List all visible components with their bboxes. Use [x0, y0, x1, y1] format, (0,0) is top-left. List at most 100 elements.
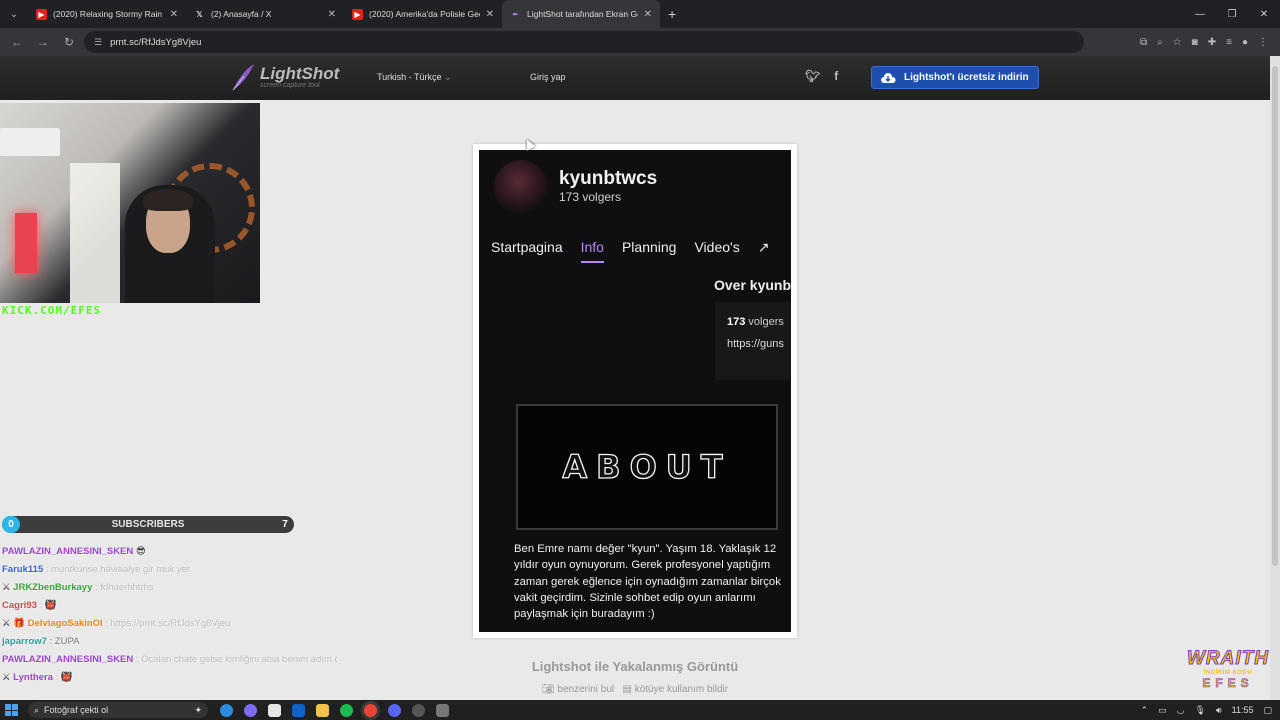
- menu-icon[interactable]: ⋮: [1258, 37, 1268, 48]
- network-icon[interactable]: ▭: [1158, 705, 1167, 716]
- tab-title: LightShot tarafından Ekran Görü: [527, 9, 638, 19]
- browser-tab-2[interactable]: 𝕏 (2) Anasayfa / X ✕: [186, 0, 344, 28]
- taskbar-search[interactable]: ⌕ Fotoğraf çekti ol ✦: [28, 702, 208, 718]
- close-window-icon[interactable]: ✕: [1248, 9, 1280, 20]
- sword-badge-icon: ⚔: [2, 582, 11, 593]
- info-followers-label: volgers: [748, 316, 784, 328]
- wifi-icon[interactable]: ◡: [1177, 705, 1185, 716]
- toolbar-icons: ⧉ ⌕ ☆ ◙ ✚ ≡ ● ⋮: [1140, 37, 1274, 48]
- browser-tab-1[interactable]: ▶ (2020) Relaxing Stormy Rain W ✕: [28, 0, 186, 28]
- search-text: Fotoğraf çekti ol: [44, 705, 109, 715]
- chat-message: : muntkunse hawaalye gir muk yer: [45, 564, 190, 575]
- youtube-icon: ▶: [352, 8, 363, 20]
- channel-avatar: [494, 160, 548, 214]
- obs-icon[interactable]: [412, 703, 425, 717]
- info-link: https://guns: [727, 338, 784, 350]
- close-icon[interactable]: ✕: [644, 9, 652, 20]
- follower-count: 173 volgers: [559, 190, 622, 204]
- discord-icon[interactable]: [388, 703, 401, 717]
- zoom-icon[interactable]: ⌕: [1157, 37, 1163, 48]
- site-info-icon[interactable]: ☰: [94, 37, 102, 48]
- copilot-icon[interactable]: [244, 703, 257, 717]
- url-input[interactable]: ☰ prnt.sc/RfJdsYg8Vjeu: [84, 31, 1084, 53]
- forward-icon[interactable]: →: [32, 35, 54, 49]
- browser-tab-4[interactable]: ✒ LightShot tarafından Ekran Görü ✕: [502, 0, 660, 28]
- scrollbar-thumb[interactable]: [1272, 66, 1278, 566]
- chat-message: :: [39, 600, 43, 611]
- close-icon[interactable]: ✕: [486, 9, 494, 20]
- bookmark-star-icon[interactable]: ☆: [1173, 37, 1182, 48]
- chat-line: japarrow7 : ZUPA: [2, 633, 337, 651]
- download-button[interactable]: Lightshot'ı ücretsiz indirin: [871, 66, 1039, 89]
- edge-icon[interactable]: [220, 703, 233, 717]
- store-icon[interactable]: [268, 703, 281, 717]
- info-followers: 173 volgers: [727, 316, 784, 328]
- channel-bio: Ben Emre namı değer "kyun". Yaşım 18. Ya…: [514, 543, 781, 621]
- find-similar-link[interactable]: benzerini bul: [557, 684, 614, 695]
- chat-user: DelviagoSakinOl: [27, 618, 103, 629]
- close-icon[interactable]: ✕: [328, 9, 336, 20]
- chat-message: : Öcalan chate gelse kimliğini atsa beni…: [135, 654, 337, 665]
- window-controls: — ❐ ✕: [1184, 9, 1280, 20]
- page-scrollbar[interactable]: [1270, 56, 1280, 706]
- arrow-icon: ↗: [757, 239, 770, 255]
- notification-icon[interactable]: ▢: [1263, 705, 1272, 716]
- install-app-icon[interactable]: ⧉: [1140, 37, 1147, 48]
- new-tab-button[interactable]: +: [660, 6, 684, 22]
- x-icon: 𝕏: [196, 9, 203, 19]
- chat-line: ⚔ 🎁 DelviagoSakinOl : https://prnt.sc/Rf…: [2, 615, 337, 633]
- chat-user: Cagri93: [2, 600, 37, 611]
- taskbar-apps: [220, 703, 449, 717]
- mic-icon[interactable]: 🎙︎: [1195, 705, 1206, 716]
- subscribers-current: 0: [2, 516, 20, 533]
- camera-icon: 📷︎: [541, 684, 555, 695]
- report-abuse-link[interactable]: kötüye kullanım bildir: [635, 684, 728, 695]
- caption-title: Lightshot ile Yakalanmış Görüntü: [531, 659, 739, 674]
- lightshot-logo[interactable]: LightShot screen capture tool: [230, 62, 339, 92]
- browser-tab-3[interactable]: ▶ (2020) Amerika'da Polisle Gece ✕: [344, 0, 502, 28]
- reload-icon[interactable]: ↻: [58, 35, 80, 49]
- chevron-up-icon[interactable]: ⌃: [1141, 705, 1149, 716]
- folder-icon[interactable]: [316, 703, 329, 717]
- chat-user: japarrow7: [2, 636, 47, 647]
- chat-overlay: PAWLAZIN_ANNESINI_SKEN 😎 Faruk115 : munt…: [2, 543, 337, 687]
- start-button[interactable]: [4, 703, 22, 717]
- outlook-icon[interactable]: [292, 703, 305, 717]
- clock[interactable]: 11:55: [1232, 705, 1254, 715]
- streamer-hair: [143, 189, 193, 211]
- taskbar: ⌕ Fotoğraf çekti ol ✦ ⌃ ▭ ◡ 🎙︎ 🔊︎ 11:55 …: [0, 700, 1280, 720]
- sparkle-icon: ✦: [194, 704, 202, 715]
- extension-icon[interactable]: ◙: [1192, 37, 1198, 48]
- screenshot-frame: kyunbtwcs 173 volgers Startpagina Info P…: [473, 144, 797, 638]
- twitter-icon[interactable]: 🐦︎: [805, 69, 820, 83]
- address-toolbar: ← → ↻ ☰ prnt.sc/RfJdsYg8Vjeu ⧉ ⌕ ☆ ◙ ✚ ≡…: [0, 28, 1280, 56]
- restore-icon[interactable]: ❐: [1216, 9, 1248, 20]
- minimize-icon[interactable]: —: [1184, 9, 1216, 20]
- facebook-icon[interactable]: f: [834, 69, 838, 83]
- extensions-puzzle-icon[interactable]: ✚: [1208, 37, 1216, 48]
- chrome-icon[interactable]: [364, 703, 377, 717]
- chat-user: JRKZbenBurkayy: [13, 582, 93, 593]
- login-link[interactable]: Giriş yap: [530, 72, 566, 82]
- webcam-overlay: [0, 103, 260, 303]
- reading-list-icon[interactable]: ≡: [1226, 37, 1232, 48]
- close-icon[interactable]: ✕: [170, 9, 178, 20]
- language-label: Turkish - Türkçe: [377, 72, 442, 82]
- tab-search-chevron-icon[interactable]: ⌄: [0, 0, 28, 28]
- download-cloud-icon: [881, 72, 896, 83]
- language-select[interactable]: Turkish - Türkçe ⌄: [377, 72, 452, 83]
- chat-line: ⚔ JRKZbenBurkayy : fdhaerhhtrhs: [2, 579, 337, 597]
- sub-badge-icon: 🎁: [13, 618, 26, 629]
- volume-icon[interactable]: 🔊︎: [1216, 705, 1222, 716]
- chevron-down-icon: ⌄: [444, 72, 452, 82]
- subscribers-label: SUBSCRIBERS: [111, 519, 185, 530]
- air-conditioner: [0, 128, 60, 156]
- captured-image[interactable]: kyunbtwcs 173 volgers Startpagina Info P…: [479, 150, 791, 632]
- audio-app-icon[interactable]: [436, 703, 449, 717]
- sponsor-overlay: WRAITH İNDİRİM KODU EFES: [1186, 648, 1270, 691]
- chat-message: : fdhaerhhtrhs: [95, 582, 154, 593]
- search-icon: ⌕: [34, 704, 40, 715]
- back-icon[interactable]: ←: [6, 35, 28, 49]
- spotify-icon[interactable]: [340, 703, 353, 717]
- profile-icon[interactable]: ●: [1242, 37, 1248, 48]
